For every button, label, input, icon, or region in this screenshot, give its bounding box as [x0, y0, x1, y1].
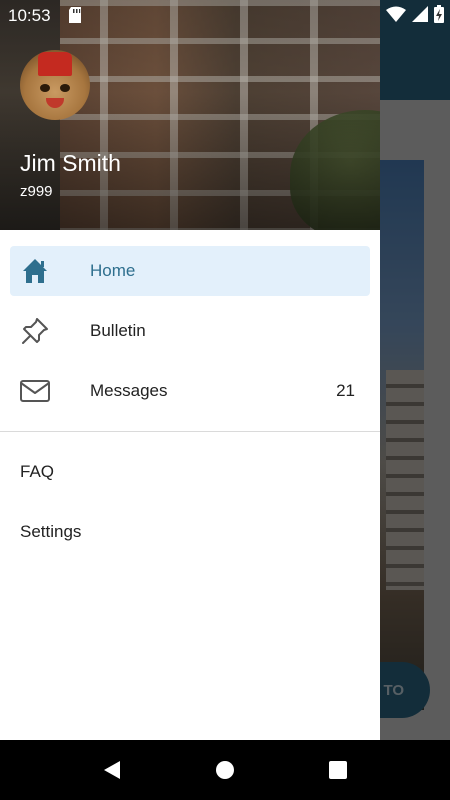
menu-item-settings[interactable]: Settings: [0, 508, 380, 558]
status-icons: [386, 5, 444, 28]
back-icon[interactable]: [100, 758, 124, 782]
menu-item-label: Settings: [20, 522, 82, 541]
avatar-eye: [40, 84, 50, 92]
pushpin-icon: [20, 316, 50, 346]
menu-item-faq[interactable]: FAQ: [0, 448, 380, 498]
messages-count-badge: 21: [336, 381, 355, 400]
menu-item-label: Home: [90, 261, 136, 280]
battery-charging-icon: [434, 5, 444, 28]
avatar-eye: [60, 84, 70, 92]
recents-icon[interactable]: [326, 758, 350, 782]
home-circle-icon[interactable]: [213, 758, 237, 782]
menu-item-home[interactable]: Home: [10, 246, 370, 296]
menu-item-messages[interactable]: Messages 21: [10, 366, 370, 416]
cellular-icon: [412, 6, 428, 27]
menu-item-label: FAQ: [20, 462, 55, 481]
home-icon: [20, 256, 50, 286]
system-nav-bar: [0, 740, 450, 800]
menu-item-label: Messages: [90, 381, 168, 400]
navigation-drawer: Jim Smith z999 Home Bulletin Messages 21…: [0, 0, 380, 740]
avatar-hat: [38, 52, 72, 76]
wifi-icon: [386, 6, 406, 27]
avatar[interactable]: [20, 50, 90, 120]
user-id: z999: [20, 183, 53, 200]
sd-card-icon: [68, 7, 82, 28]
drawer-header: Jim Smith z999: [0, 0, 380, 230]
menu-divider: [0, 431, 380, 432]
status-time: 10:53: [8, 6, 51, 25]
avatar-mouth: [46, 98, 64, 108]
envelope-icon: [20, 376, 50, 406]
user-name: Jim Smith: [20, 150, 121, 176]
status-bar: 10:53: [0, 0, 450, 30]
menu-item-bulletin[interactable]: Bulletin: [10, 306, 370, 356]
menu-item-label: Bulletin: [90, 321, 146, 340]
